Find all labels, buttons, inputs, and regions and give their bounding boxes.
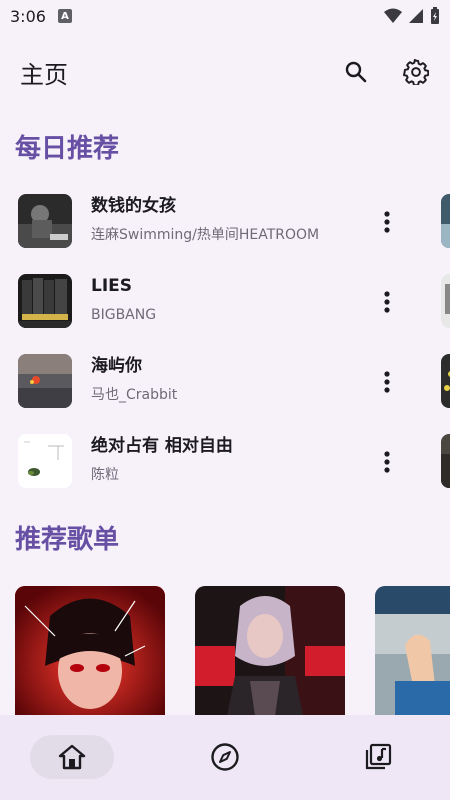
compass-icon — [211, 743, 239, 771]
song-artist: 马也_Crabbit — [91, 387, 178, 403]
song-cover — [18, 274, 72, 328]
song-row[interactable]: LIES BIGBANG — [0, 266, 450, 346]
song-artist: BIGBANG — [91, 307, 157, 323]
song-title: 绝对占有 相对自由 — [91, 436, 233, 456]
song-cover — [18, 194, 72, 248]
more-vert-icon — [384, 211, 390, 233]
song-cover — [18, 354, 72, 408]
more-options-button[interactable] — [376, 368, 398, 396]
playlist-card[interactable] — [15, 586, 165, 716]
daily-song-list: 数钱的女孩 连麻Swimming/热单间HEATROOM LIES BIGBAN… — [0, 186, 450, 506]
song-row[interactable]: 数钱的女孩 连麻Swimming/热单间HEATROOM — [0, 186, 450, 266]
more-vert-icon — [384, 291, 390, 313]
gear-icon — [403, 59, 429, 85]
song-title: 数钱的女孩 — [91, 196, 176, 216]
more-vert-icon — [384, 451, 390, 473]
bottom-navigation — [0, 715, 450, 800]
settings-button[interactable] — [402, 58, 430, 86]
recommended-playlists-title: 推荐歌单 — [15, 525, 120, 555]
song-row[interactable]: 绝对占有 相对自由 陈粒 — [0, 426, 450, 506]
next-page-cover — [441, 194, 450, 248]
song-row[interactable]: 海屿你 马也_Crabbit — [0, 346, 450, 426]
next-page-cover — [441, 354, 450, 408]
song-title: 海屿你 — [91, 356, 142, 376]
song-cover — [18, 434, 72, 488]
nav-library-button[interactable] — [336, 735, 420, 779]
status-time: 3:06 — [10, 6, 46, 26]
battery-icon — [431, 7, 439, 24]
status-icons — [384, 7, 440, 25]
more-options-button[interactable] — [376, 288, 398, 316]
daily-recommend-title: 每日推荐 — [15, 134, 120, 164]
more-options-button[interactable] — [376, 448, 398, 476]
song-artist: 连麻Swimming/热单间HEATROOM — [91, 227, 320, 243]
top-app-bar: 主页 — [0, 40, 450, 104]
playlist-carousel — [0, 586, 450, 716]
playlist-card[interactable] — [195, 586, 345, 716]
next-page-cover — [441, 274, 450, 328]
nav-home-button[interactable] — [30, 735, 114, 779]
status-bar: 3:06 A — [0, 0, 450, 32]
page-title: 主页 — [20, 60, 68, 89]
song-title: LIES — [91, 276, 133, 296]
nav-discover-button[interactable] — [183, 735, 267, 779]
more-vert-icon — [384, 371, 390, 393]
music-library-icon — [365, 743, 392, 770]
home-icon — [58, 744, 86, 770]
wifi-icon — [384, 8, 402, 23]
notification-a-icon: A — [57, 9, 72, 23]
search-button[interactable] — [342, 58, 370, 86]
more-options-button[interactable] — [376, 208, 398, 236]
next-page-cover — [441, 434, 450, 488]
signal-icon — [409, 9, 423, 23]
search-icon — [345, 61, 367, 83]
playlist-card[interactable] — [375, 586, 450, 716]
song-artist: 陈粒 — [91, 467, 119, 483]
